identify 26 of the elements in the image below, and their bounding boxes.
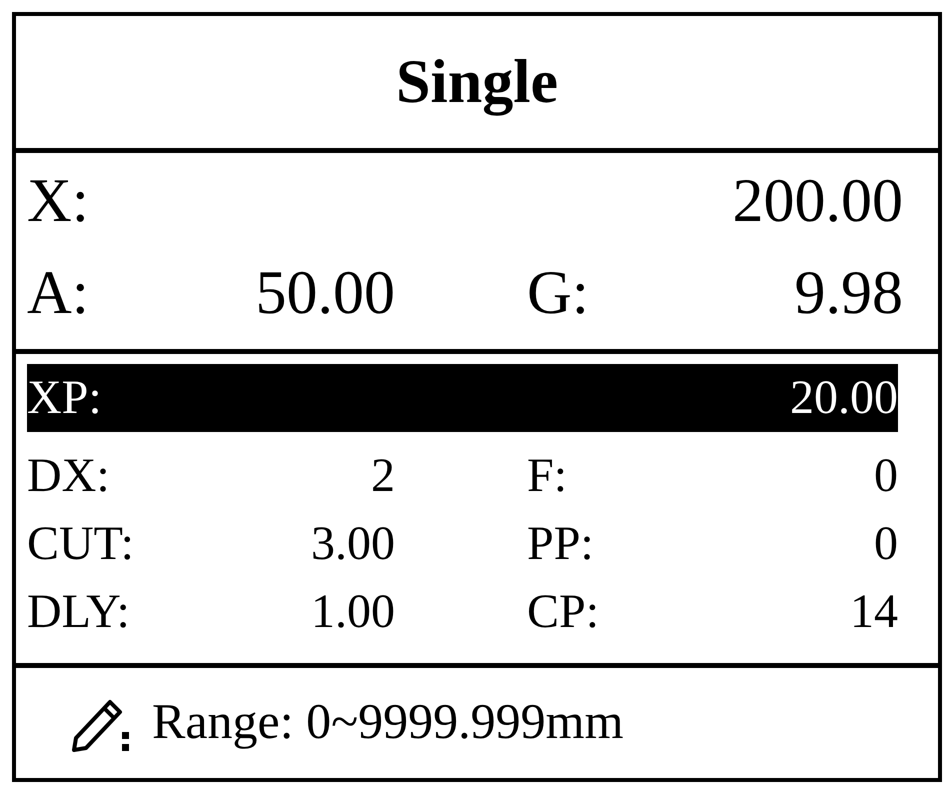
parameter-row[interactable]: XP: 20.00 (27, 364, 898, 432)
field-label: CP: (527, 584, 600, 640)
range-hint: Range: 0~9999.999mm (152, 692, 624, 750)
field-value: 200.00 (732, 166, 903, 237)
field-value: 14 (849, 584, 898, 640)
field-label: CUT: (27, 516, 135, 572)
field-value: 0 (873, 448, 898, 504)
field-value: 0 (873, 516, 898, 572)
parameter-row[interactable]: DLY: 1.00 CP: 14 (27, 578, 898, 646)
field-value: 1.00 (310, 584, 395, 640)
field-value: 9.98 (794, 258, 903, 329)
screen-title: Single (396, 46, 558, 118)
field-label: X: (27, 166, 90, 237)
field-label: DLY: (27, 584, 131, 640)
field-label: XP: (27, 370, 103, 426)
field-value: 2 (370, 448, 395, 504)
field-label: A: (27, 258, 90, 329)
field-label: G: (527, 258, 590, 329)
parameter-row[interactable]: CUT: 3.00 PP: 0 (27, 510, 898, 578)
field-value: 50.00 (254, 258, 395, 329)
field-label: DX: (27, 448, 111, 504)
parameter-row[interactable]: DX: 2 F: 0 (27, 442, 898, 510)
field-value: 20.00 (789, 370, 898, 426)
field-value: 3.00 (310, 516, 395, 572)
field-label: F: (527, 448, 568, 504)
field-label: PP: (527, 516, 595, 572)
